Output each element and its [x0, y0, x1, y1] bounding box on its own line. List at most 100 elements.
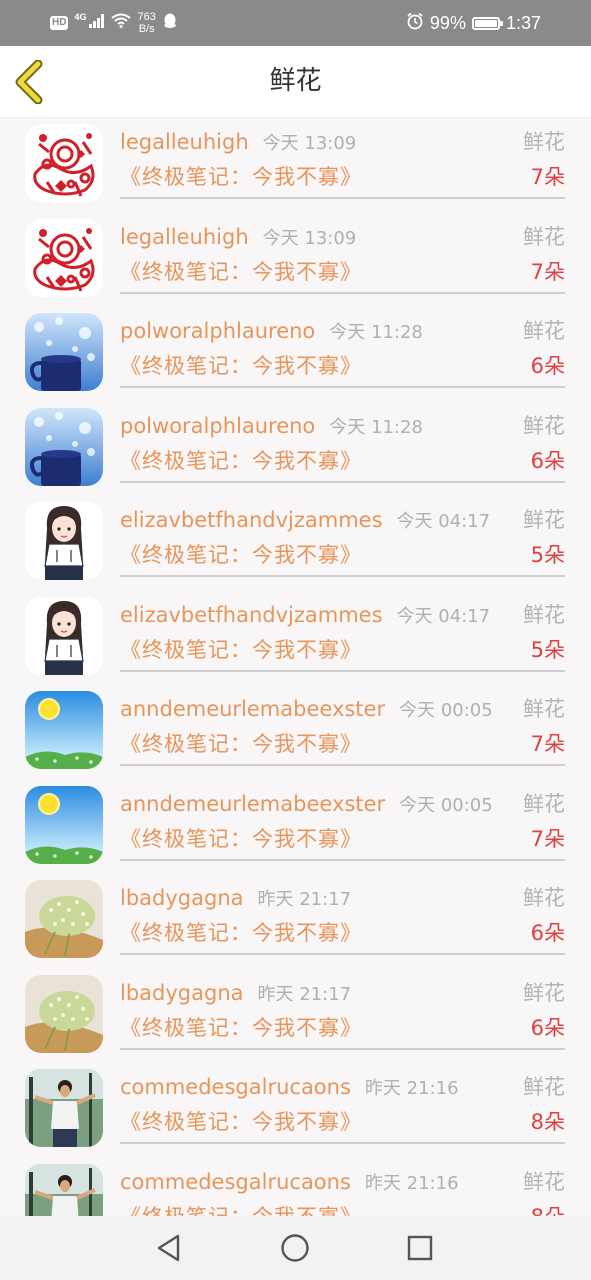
username-text[interactable]: legalleuhigh [120, 225, 249, 249]
book-title[interactable]: 《终极笔记：今我不寡》 [120, 824, 362, 854]
book-title[interactable]: 《终极笔记：今我不寡》 [120, 540, 362, 570]
username[interactable]: commedesgalrucaons 昨天 21:16 [120, 1073, 459, 1103]
timestamp: 今天 13:09 [262, 133, 357, 154]
username[interactable]: elizavbetfhandvjzammes 今天 04:17 [120, 601, 490, 631]
avatar[interactable] [25, 218, 103, 297]
username-text[interactable]: lbadygagna [120, 981, 244, 1005]
nav-back-button[interactable] [151, 1230, 187, 1266]
avatar[interactable] [25, 785, 103, 864]
network-speed: 763 B/s [137, 11, 155, 35]
nav-home-button[interactable] [277, 1230, 313, 1266]
timestamp: 今天 11:28 [329, 322, 423, 343]
list-item[interactable]: legalleuhigh 今天 13:09 鲜花 《终极笔记：今我不寡》 7朵 [0, 118, 591, 213]
book-title[interactable]: 《终极笔记：今我不寡》 [120, 635, 362, 665]
username-text[interactable]: legalleuhigh [120, 130, 249, 154]
timestamp: 今天 11:28 [329, 416, 423, 438]
avatar[interactable] [25, 596, 103, 675]
username[interactable]: lbadygagna 昨天 21:17 [120, 979, 351, 1009]
list-item[interactable]: polworalphlaureno 今天 11:28 鲜花 《终极笔记：今我不寡》… [0, 307, 591, 402]
username-text[interactable]: polworalphlaureno [120, 414, 315, 438]
gift-type: 鲜花 [523, 319, 565, 343]
avatar[interactable] [25, 974, 103, 1053]
book-title[interactable]: 《终极笔记：今我不寡》 [120, 1013, 362, 1043]
nav-recents-button[interactable] [402, 1230, 438, 1266]
speed-value: 763 [137, 11, 156, 23]
username-text[interactable]: anndemeurlemabeexster [120, 792, 385, 816]
flower-count: 8朵 [531, 1202, 565, 1217]
list-item[interactable]: lbadygagna 昨天 21:17 鲜花 《终极笔记：今我不寡》 6朵 [0, 874, 591, 969]
username[interactable]: polworalphlaureno 今天 11:28 [120, 317, 423, 347]
avatar[interactable] [25, 1069, 103, 1147]
divider [120, 291, 565, 294]
list-item[interactable]: anndemeurlemabeexster 今天 00:05 鲜花 《终极笔记：今… [0, 780, 591, 875]
book-title[interactable]: 《终极笔记：今我不寡》 [120, 918, 362, 948]
avatar[interactable] [25, 124, 103, 202]
username[interactable]: legalleuhigh 今天 13:09 [120, 223, 356, 253]
timestamp: 今天 04:17 [396, 511, 491, 532]
list-item[interactable]: elizavbetfhandvjzammes 今天 04:17 鲜花 《终极笔记：… [0, 496, 591, 591]
divider [120, 1142, 565, 1144]
timestamp: 昨天 21:16 [364, 1172, 459, 1194]
book-title[interactable]: 《终极笔记：今我不寡》 [120, 162, 362, 192]
page-title: 鲜花 [269, 66, 322, 96]
flower-count: 6朵 [530, 1015, 565, 1040]
username[interactable]: legalleuhigh 今天 13:09 [120, 128, 356, 158]
wifi-icon [111, 13, 132, 33]
username-text[interactable]: polworalphlaureno [120, 319, 315, 343]
gift-type: 鲜花 [523, 1169, 565, 1194]
divider [120, 669, 565, 672]
list-item[interactable]: legalleuhigh 今天 13:09 鲜花 《终极笔记：今我不寡》 7朵 [0, 213, 591, 308]
username[interactable]: anndemeurlemabeexster 今天 00:05 [120, 695, 493, 725]
divider [120, 858, 565, 861]
divider [120, 480, 565, 483]
timestamp: 今天 00:05 [399, 700, 493, 721]
book-title[interactable]: 《终极笔记：今我不寡》 [120, 729, 362, 759]
flower-count: 6朵 [530, 448, 565, 473]
speed-unit: B/s [138, 23, 155, 35]
username[interactable]: elizavbetfhandvjzammes 今天 04:17 [120, 506, 490, 536]
username[interactable]: lbadygagna 昨天 21:17 [120, 884, 351, 914]
gift-type: 鲜花 [523, 980, 565, 1005]
username-text[interactable]: lbadygagna [120, 886, 244, 910]
avatar[interactable] [25, 1163, 103, 1216]
gift-type: 鲜花 [523, 413, 565, 438]
avatar[interactable] [25, 880, 103, 958]
flower-gift-list[interactable]: legalleuhigh 今天 13:09 鲜花 《终极笔记：今我不寡》 7朵 l… [0, 118, 591, 1216]
list-item[interactable]: anndemeurlemabeexster 今天 00:05 鲜花 《终极笔记：今… [0, 685, 591, 780]
list-item[interactable]: commedesgalrucaons 昨天 21:16 鲜花 《终极笔记：今我不寡… [0, 1063, 591, 1158]
timestamp: 今天 04:17 [396, 605, 491, 627]
avatar[interactable] [25, 691, 103, 769]
square-recents-icon [407, 1235, 433, 1261]
avatar[interactable] [25, 502, 103, 580]
gift-type: 鲜花 [523, 130, 565, 154]
avatar[interactable] [25, 407, 103, 486]
username-text[interactable]: elizavbetfhandvjzammes [120, 508, 383, 532]
username[interactable]: anndemeurlemabeexster 今天 00:05 [120, 790, 493, 820]
username-text[interactable]: elizavbetfhandvjzammes [120, 603, 383, 627]
username-text[interactable]: commedesgalrucaons [120, 1170, 351, 1194]
status-bar: HD 4G 763 B/s 99% 1:37 [0, 0, 591, 46]
flower-count: 7朵 [530, 165, 565, 189]
timestamp: 昨天 21:16 [364, 1078, 459, 1099]
list-item[interactable]: polworalphlaureno 今天 11:28 鲜花 《终极笔记：今我不寡》… [0, 402, 591, 497]
username[interactable]: polworalphlaureno 今天 11:28 [120, 412, 423, 442]
book-title[interactable]: 《终极笔记：今我不寡》 [120, 1107, 362, 1137]
gift-type: 鲜花 [523, 886, 565, 910]
gift-type: 鲜花 [523, 602, 565, 627]
flower-count: 7朵 [530, 259, 565, 284]
timestamp: 昨天 21:17 [257, 889, 352, 910]
username[interactable]: commedesgalrucaons 昨天 21:16 [120, 1168, 459, 1198]
flower-count: 6朵 [530, 921, 565, 945]
username-text[interactable]: anndemeurlemabeexster [120, 697, 385, 721]
book-title[interactable]: 《终极笔记：今我不寡》 [120, 1202, 362, 1217]
list-item[interactable]: elizavbetfhandvjzammes 今天 04:17 鲜花 《终极笔记：… [0, 591, 591, 686]
status-left: HD 4G 763 B/s [50, 10, 178, 36]
divider [120, 764, 565, 766]
list-item[interactable]: commedesgalrucaons 昨天 21:16 鲜花 《终极笔记：今我不寡… [0, 1158, 591, 1217]
username-text[interactable]: commedesgalrucaons [120, 1075, 351, 1099]
book-title[interactable]: 《终极笔记：今我不寡》 [120, 257, 362, 287]
avatar[interactable] [25, 313, 103, 391]
list-item[interactable]: lbadygagna 昨天 21:17 鲜花 《终极笔记：今我不寡》 6朵 [0, 969, 591, 1064]
book-title[interactable]: 《终极笔记：今我不寡》 [120, 351, 362, 381]
book-title[interactable]: 《终极笔记：今我不寡》 [120, 446, 362, 476]
